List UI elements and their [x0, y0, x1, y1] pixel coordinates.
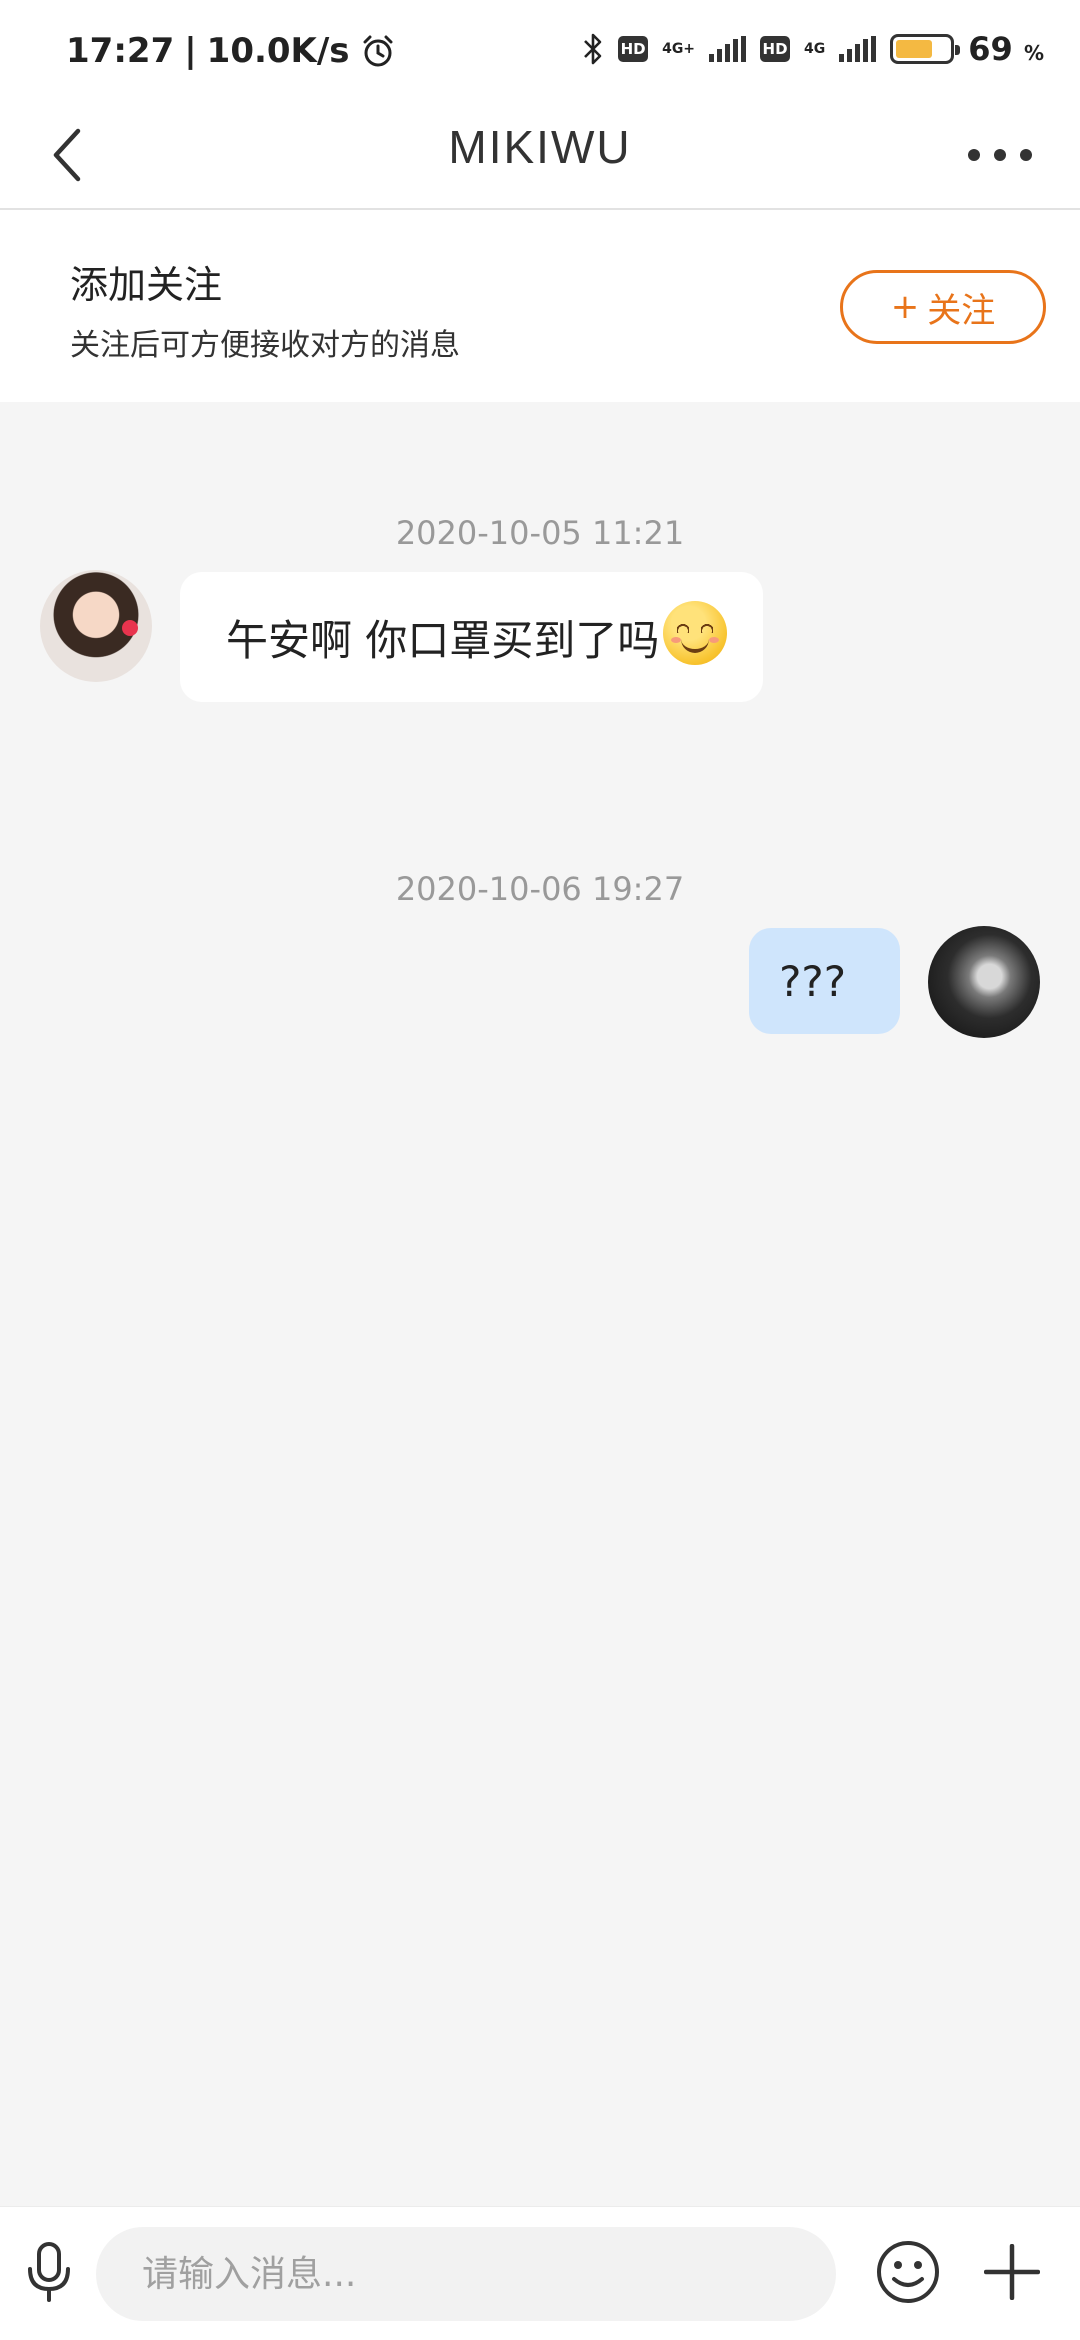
battery-percent: 69 %	[968, 30, 1044, 68]
hd-badge: HD	[760, 36, 791, 62]
chat-area[interactable]: 2020-10-05 11:21 午安啊 你口罩买到了吗 2020-10-06 …	[0, 402, 1080, 2202]
message-input[interactable]	[96, 2227, 836, 2321]
more-options-button[interactable]	[950, 115, 1050, 195]
smiling-face-emoji-icon	[663, 601, 728, 665]
smiley-icon	[877, 2241, 939, 2303]
message-timestamp: 2020-10-05 11:21	[395, 514, 685, 552]
plus-icon: +	[890, 287, 920, 327]
follow-button[interactable]: + 关注	[840, 270, 1046, 344]
battery-level	[896, 40, 933, 58]
bluetooth-icon	[584, 33, 602, 65]
received-message-bubble[interactable]: 午安啊 你口罩买到了吗	[180, 572, 764, 702]
network-type-label: 4G	[804, 41, 826, 57]
contact-avatar[interactable]	[40, 570, 152, 682]
status-right: HD 4G+ HD 4G 69 %	[582, 24, 1044, 74]
network-type-label: 4G+	[662, 41, 696, 57]
signal-icon	[709, 36, 747, 62]
follow-title: 添加关注	[70, 263, 223, 307]
message-input-bar	[0, 2206, 1080, 2340]
message-text: ???	[779, 956, 846, 1006]
message-text: 午安啊 你口罩买到了吗	[226, 615, 660, 665]
status-left: 17:27 | 10.0K/s	[66, 26, 396, 76]
nav-bar: MIKIWU	[0, 100, 1080, 210]
more-dots-icon	[1020, 149, 1032, 161]
status-bar: 17:27 | 10.0K/s HD 4G+ HD 4G 69 %	[0, 0, 1080, 100]
status-time: 17:27	[66, 31, 175, 71]
microphone-icon	[28, 2242, 70, 2302]
page-title: MIKIWU	[448, 121, 632, 173]
voice-input-button[interactable]	[14, 2227, 84, 2317]
status-separator: |	[184, 31, 197, 71]
battery-icon	[890, 34, 961, 64]
emoji-button[interactable]	[872, 2227, 944, 2317]
follow-description: 关注后可方便接收对方的消息	[70, 328, 460, 363]
sent-message-bubble[interactable]: ???	[749, 928, 900, 1034]
user-avatar[interactable]	[928, 926, 1040, 1038]
plus-icon	[984, 2244, 1040, 2300]
more-dots-icon	[994, 149, 1006, 161]
more-dots-icon	[968, 149, 980, 161]
follow-banner: 添加关注 关注后可方便接收对方的消息 + 关注	[0, 210, 1080, 402]
signal-icon	[839, 36, 877, 62]
more-actions-button[interactable]	[972, 2227, 1052, 2317]
network-speed: 10.0K/s	[206, 31, 350, 71]
alarm-icon	[363, 35, 393, 67]
follow-button-label: 关注	[927, 290, 996, 331]
message-timestamp: 2020-10-06 19:27	[395, 870, 685, 908]
hd-badge: HD	[618, 36, 649, 62]
heart-icon	[122, 620, 138, 636]
